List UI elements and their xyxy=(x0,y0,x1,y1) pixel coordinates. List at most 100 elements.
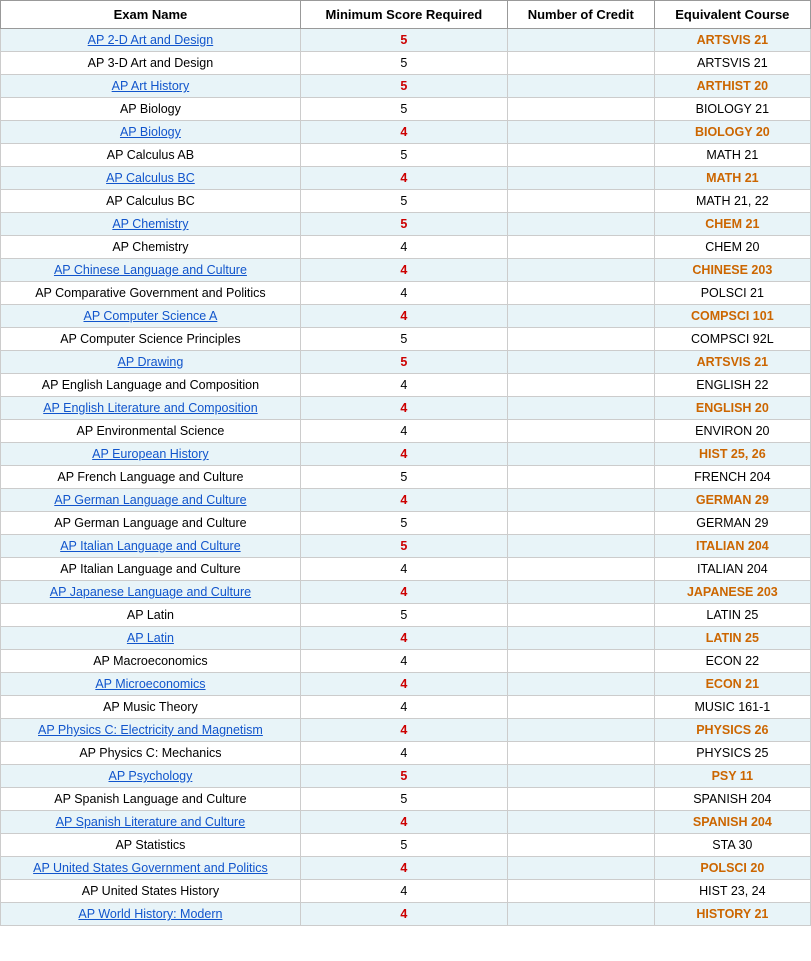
min-score-cell: 4 xyxy=(300,167,507,190)
table-row: AP English Literature and Composition4 EN… xyxy=(1,397,811,420)
equiv-course-cell: ARTSVIS 21 xyxy=(654,29,810,52)
exam-name-cell: AP United States Government and Politics xyxy=(1,857,301,880)
equiv-course-cell: STA 30 xyxy=(654,834,810,857)
equiv-course-cell: MATH 21 xyxy=(654,144,810,167)
min-score-cell: 4 xyxy=(300,236,507,259)
exam-name-cell: AP Calculus BC xyxy=(1,190,301,213)
equiv-course-cell: ECON 21 xyxy=(654,673,810,696)
exam-name-cell: AP Art History xyxy=(1,75,301,98)
equiv-course-cell: COMPSCI 101 xyxy=(654,305,810,328)
min-score-cell: 5 xyxy=(300,535,507,558)
table-row: AP Calculus BC4MATH 21 xyxy=(1,167,811,190)
min-score-cell: 4 xyxy=(300,282,507,305)
exam-name-cell: AP United States History xyxy=(1,880,301,903)
exam-name-cell: AP French Language and Culture xyxy=(1,466,301,489)
credits-cell xyxy=(507,75,654,98)
equiv-course-cell: MUSIC 161-1 xyxy=(654,696,810,719)
min-score-cell: 5 xyxy=(300,512,507,535)
table-row: AP Italian Language and Culture4ITALIAN … xyxy=(1,558,811,581)
equiv-course-cell: BIOLOGY 21 xyxy=(654,98,810,121)
exam-name-cell: AP German Language and Culture xyxy=(1,512,301,535)
credits-cell xyxy=(507,466,654,489)
equiv-course-cell: CHEM 20 xyxy=(654,236,810,259)
exam-name-cell: AP 3-D Art and Design xyxy=(1,52,301,75)
credits-cell xyxy=(507,259,654,282)
min-score-cell: 4 xyxy=(300,489,507,512)
credits-cell xyxy=(507,880,654,903)
exam-name-cell: AP German Language and Culture xyxy=(1,489,301,512)
min-score-cell: 5 xyxy=(300,190,507,213)
min-score-cell: 5 xyxy=(300,765,507,788)
credits-cell xyxy=(507,650,654,673)
table-row: AP European History4HIST 25, 26 xyxy=(1,443,811,466)
exam-name-cell: AP Computer Science A xyxy=(1,305,301,328)
exam-name-cell: AP Chinese Language and Culture xyxy=(1,259,301,282)
exam-name-cell: AP Japanese Language and Culture xyxy=(1,581,301,604)
credits-cell xyxy=(507,121,654,144)
exam-name-cell: AP Spanish Language and Culture xyxy=(1,788,301,811)
credits-cell xyxy=(507,167,654,190)
credits-cell xyxy=(507,236,654,259)
table-row: AP Comparative Government and Politics4P… xyxy=(1,282,811,305)
equiv-course-cell: ENVIRON 20 xyxy=(654,420,810,443)
min-score-cell: 4 xyxy=(300,397,507,420)
equiv-course-cell: ARTSVIS 21 xyxy=(654,52,810,75)
min-score-cell: 4 xyxy=(300,880,507,903)
equiv-course-cell: COMPSCI 92L xyxy=(654,328,810,351)
min-score-cell: 4 xyxy=(300,581,507,604)
table-row: AP German Language and Culture5 GERMAN 29 xyxy=(1,512,811,535)
equiv-course-cell: ENGLISH 22 xyxy=(654,374,810,397)
equiv-course-cell: FRENCH 204 xyxy=(654,466,810,489)
exam-name-cell: AP Music Theory xyxy=(1,696,301,719)
credits-cell xyxy=(507,673,654,696)
table-row: AP World History: Modern4HISTORY 21 xyxy=(1,903,811,926)
credits-cell xyxy=(507,144,654,167)
credits-cell xyxy=(507,489,654,512)
table-row: AP Macroeconomics4ECON 22 xyxy=(1,650,811,673)
min-score-cell: 4 xyxy=(300,443,507,466)
exam-name-cell: AP Physics C: Electricity and Magnetism xyxy=(1,719,301,742)
equiv-course-cell: SPANISH 204 xyxy=(654,811,810,834)
exam-name-cell: AP European History xyxy=(1,443,301,466)
min-score-cell: 5 xyxy=(300,834,507,857)
table-row: AP Italian Language and Culture5ITALIAN … xyxy=(1,535,811,558)
table-row: AP Environmental Science4ENVIRON 20 xyxy=(1,420,811,443)
credits-cell xyxy=(507,558,654,581)
equiv-course-cell: HIST 23, 24 xyxy=(654,880,810,903)
table-row: AP Music Theory4MUSIC 161-1 xyxy=(1,696,811,719)
credits-cell xyxy=(507,627,654,650)
min-score-cell: 5 xyxy=(300,52,507,75)
equiv-course-cell: ENGLISH 20 xyxy=(654,397,810,420)
table-row: AP Computer Science A4COMPSCI 101 xyxy=(1,305,811,328)
table-row: AP Calculus AB5 MATH 21 xyxy=(1,144,811,167)
exam-name-cell: AP Italian Language and Culture xyxy=(1,535,301,558)
equiv-course-cell: GERMAN 29 xyxy=(654,512,810,535)
exam-name-cell: AP Calculus AB xyxy=(1,144,301,167)
exam-name-cell: AP Microeconomics xyxy=(1,673,301,696)
min-score-cell: 5 xyxy=(300,144,507,167)
credits-cell xyxy=(507,811,654,834)
table-row: AP Drawing5ARTSVIS 21 xyxy=(1,351,811,374)
exam-name-cell: AP Chemistry xyxy=(1,236,301,259)
credits-cell xyxy=(507,765,654,788)
credits-cell xyxy=(507,351,654,374)
min-score-cell: 5 xyxy=(300,98,507,121)
credits-cell xyxy=(507,305,654,328)
min-score-cell: 4 xyxy=(300,857,507,880)
table-header-row: Exam Name Minimum Score Required Number … xyxy=(1,1,811,29)
min-score-cell: 4 xyxy=(300,374,507,397)
credits-cell xyxy=(507,213,654,236)
table-row: AP Calculus BC5MATH 21, 22 xyxy=(1,190,811,213)
min-score-cell: 5 xyxy=(300,29,507,52)
table-row: AP German Language and Culture4GERMAN 29 xyxy=(1,489,811,512)
credits-cell xyxy=(507,742,654,765)
min-score-cell: 4 xyxy=(300,811,507,834)
exam-name-cell: AP English Literature and Composition xyxy=(1,397,301,420)
table-row: AP Chemistry5CHEM 21 xyxy=(1,213,811,236)
exam-name-cell: AP Statistics xyxy=(1,834,301,857)
equiv-course-cell: ARTSVIS 21 xyxy=(654,351,810,374)
exam-name-cell: AP English Language and Composition xyxy=(1,374,301,397)
credits-cell xyxy=(507,52,654,75)
table-row: AP 2-D Art and Design5ARTSVIS 21 xyxy=(1,29,811,52)
equiv-course-cell: LATIN 25 xyxy=(654,627,810,650)
